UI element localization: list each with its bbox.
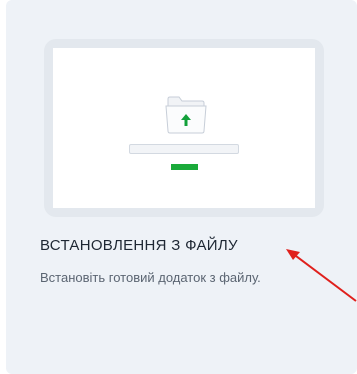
card-description: Встановіть готовий додаток з файлу. — [40, 270, 261, 285]
card-preview — [44, 39, 324, 217]
preview-canvas — [53, 48, 315, 208]
upload-progress-indicator — [171, 164, 198, 170]
upload-progress-track — [129, 144, 239, 154]
install-from-file-card[interactable]: ВСТАНОВЛЕННЯ З ФАЙЛУ Встановіть готовий … — [6, 0, 357, 374]
folder-upload-icon — [165, 96, 207, 134]
red-arrow-icon — [286, 249, 357, 302]
